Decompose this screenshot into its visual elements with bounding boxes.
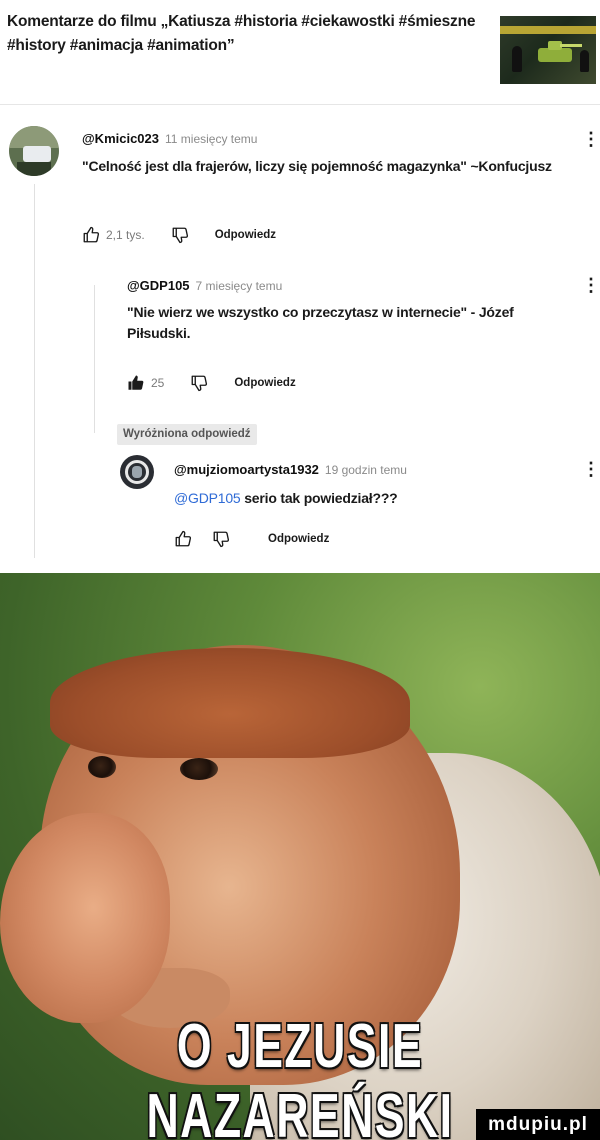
comment-time[interactable]: 19 godzin temu	[325, 463, 407, 477]
thumb-up-icon[interactable]	[82, 226, 100, 244]
comment-author[interactable]: @GDP105	[127, 278, 190, 293]
video-header: Komentarze do filmu „Katiusza #historia …	[0, 0, 600, 104]
reply-button[interactable]: Odpowiedz	[215, 229, 276, 241]
user-mention[interactable]: @GDP105	[174, 490, 241, 506]
comment-header: @Kmicic023 11 miesięcy temu	[82, 131, 257, 146]
monkey-eye	[180, 758, 218, 780]
comment-header: @mujziomoartysta1932 19 godzin temu	[174, 462, 407, 477]
highlighted-reply-badge: Wyróżniona odpowiedź	[117, 424, 257, 445]
thumb-down-icon[interactable]	[190, 374, 208, 392]
monkey-eye	[88, 756, 116, 778]
thumb-down-icon[interactable]	[171, 226, 189, 244]
watermark-logo: mdupiu.pl	[476, 1109, 600, 1140]
kebab-menu-icon[interactable]: ⋮	[582, 274, 600, 296]
meme-caption: O JEZUSIE NAZAREŃSKI	[146, 1012, 454, 1140]
thread-line	[34, 184, 35, 558]
avatar[interactable]	[9, 126, 59, 176]
monkey-nose	[0, 813, 170, 1023]
reply-button[interactable]: Odpowiedz	[234, 377, 295, 389]
like-count: 25	[151, 376, 165, 390]
comment-text: "Nie wierz we wszystko co przeczytasz w …	[127, 304, 514, 341]
avatar[interactable]	[120, 455, 154, 489]
comment-text: @GDP105 serio tak powiedział???	[174, 488, 574, 509]
comment-actions: Odpowiedz	[174, 528, 329, 550]
comment-time[interactable]: 11 miesięcy temu	[165, 132, 257, 146]
header-divider	[0, 104, 600, 105]
comment-actions: 2,1 tys. Odpowiedz	[82, 224, 276, 246]
reply-thread-line	[94, 285, 95, 433]
thumb-up-icon[interactable]	[174, 530, 192, 548]
comment-text: "Celność jest dla frajerów, liczy się po…	[82, 158, 552, 174]
reply-text: serio tak powiedział???	[244, 490, 398, 506]
video-title[interactable]: Komentarze do filmu „Katiusza #historia …	[7, 10, 487, 58]
comment-author[interactable]: @Kmicic023	[82, 131, 159, 146]
video-thumbnail[interactable]	[500, 16, 596, 84]
thumb-up-filled-icon[interactable]	[127, 374, 145, 392]
comment-actions: 25 Odpowiedz	[127, 372, 296, 394]
kebab-menu-icon[interactable]: ⋮	[582, 458, 600, 480]
kebab-menu-icon[interactable]: ⋮	[582, 128, 600, 150]
comment-author[interactable]: @mujziomoartysta1932	[174, 462, 319, 477]
comment-header: @GDP105 7 miesięcy temu	[127, 278, 282, 293]
comment-time[interactable]: 7 miesięcy temu	[196, 279, 283, 293]
reply-button[interactable]: Odpowiedz	[268, 533, 329, 545]
thumb-down-icon[interactable]	[212, 530, 230, 548]
like-count: 2,1 tys.	[106, 228, 145, 242]
